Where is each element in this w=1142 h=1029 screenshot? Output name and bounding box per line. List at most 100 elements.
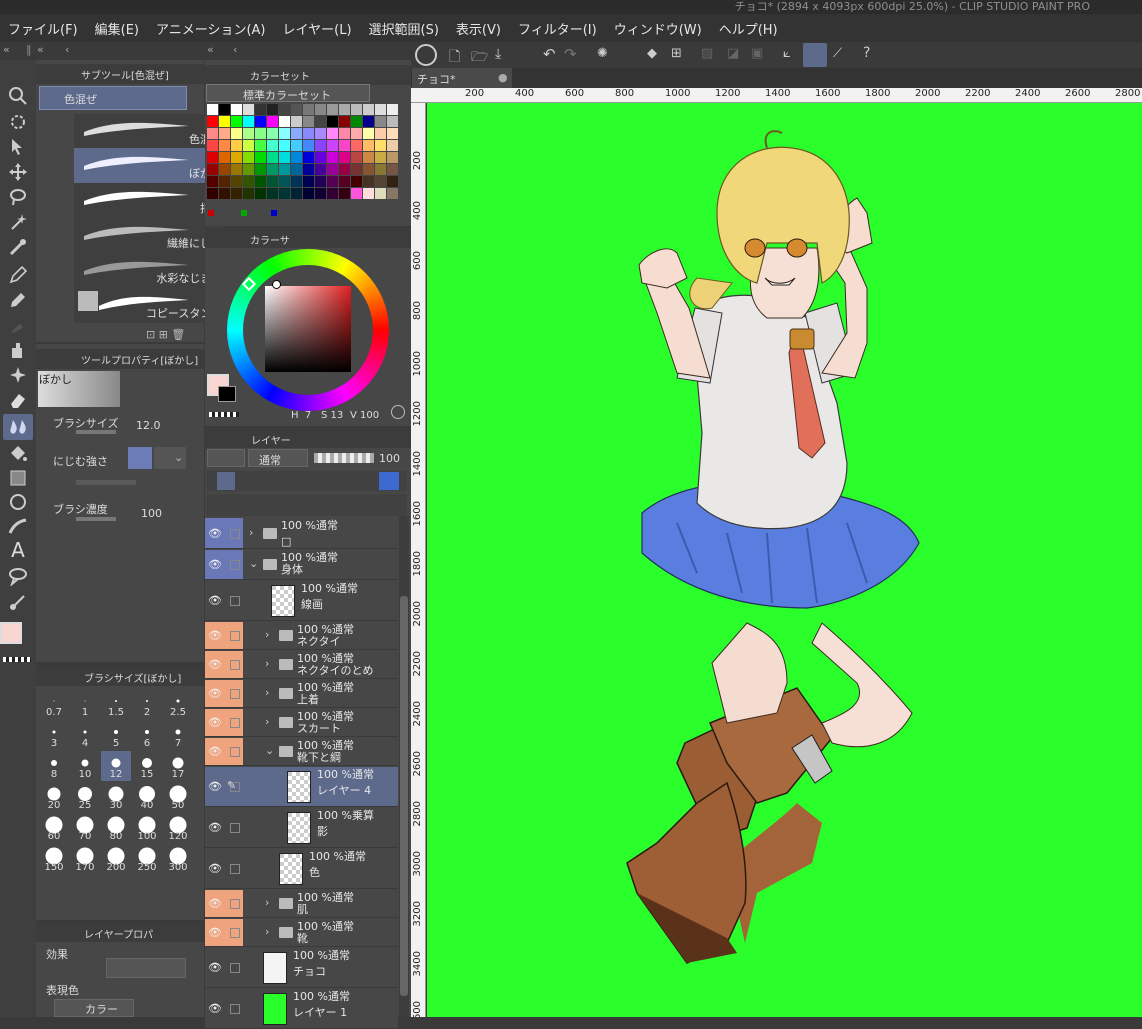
menu-selection[interactable]: 選択範囲(S) [369, 19, 439, 38]
palette-swatch[interactable] [315, 140, 326, 151]
move-icon[interactable] [8, 162, 28, 182]
palette-swatch[interactable] [219, 116, 230, 127]
palette-swatch[interactable] [387, 164, 398, 175]
layer-lock-box[interactable] [230, 660, 240, 670]
collapse-icon[interactable]: « [37, 43, 44, 56]
palette-swatch[interactable] [243, 128, 254, 139]
eraser-icon[interactable] [8, 390, 28, 410]
palette-swatch[interactable] [303, 188, 314, 199]
eye-icon[interactable]: 👁 [208, 821, 222, 834]
palette-swatch[interactable] [279, 104, 290, 115]
transparent-color-icon[interactable] [3, 657, 31, 662]
color-mode-icon[interactable] [391, 405, 405, 419]
palette-swatch[interactable] [315, 104, 326, 115]
rotate-icon[interactable] [8, 112, 28, 132]
pen-icon[interactable] [8, 265, 28, 285]
palette-swatch[interactable] [375, 104, 386, 115]
chevron-right-icon[interactable]: › [265, 686, 269, 699]
palette-swatch[interactable] [363, 176, 374, 187]
palette-swatch[interactable] [375, 188, 386, 199]
palette-swatch[interactable] [207, 164, 218, 175]
palette-swatch[interactable] [219, 152, 230, 163]
brush-size-cell-5[interactable]: 5 [101, 720, 131, 750]
layer-row[interactable]: 👁 100 %乗算影 [205, 808, 398, 848]
palette-swatch[interactable] [303, 176, 314, 187]
palette-swatch[interactable] [387, 152, 398, 163]
collapse-left-icon[interactable]: « [3, 43, 10, 56]
brush-item-fiber[interactable]: 繊維にじみ [74, 218, 225, 253]
chevron-right-icon[interactable]: › [249, 526, 253, 539]
figure-icon[interactable] [8, 492, 28, 512]
palette-swatch[interactable] [207, 176, 218, 187]
eyedropper-icon[interactable] [8, 237, 28, 257]
palette-swatch[interactable] [387, 176, 398, 187]
layer-row[interactable]: 👁 ⌄ 100 %通常 靴下と綱 [205, 738, 398, 766]
palette-swatch[interactable] [231, 128, 242, 139]
brush-size-cell-40[interactable]: 40 [132, 782, 162, 812]
palette-swatch[interactable] [255, 104, 266, 115]
chevron-right-icon[interactable]: › [265, 628, 269, 641]
palette-swatch[interactable] [303, 140, 314, 151]
brush-size-cell-60[interactable]: 60 [39, 813, 69, 843]
chevron-left-icon[interactable]: ‹ [65, 43, 69, 56]
brush-item-watercolor[interactable]: 水彩なじませ [74, 253, 225, 288]
palette-swatch[interactable] [279, 116, 290, 127]
brush-size-cell-2[interactable]: 2 [132, 689, 162, 719]
palette-swatch[interactable] [339, 152, 350, 163]
palette-swatch[interactable] [255, 140, 266, 151]
palette-swatch[interactable] [327, 176, 338, 187]
palette-swatch[interactable] [231, 104, 242, 115]
palette-swatch[interactable] [351, 164, 362, 175]
palette-swatch[interactable] [279, 128, 290, 139]
palette-swatch[interactable] [279, 140, 290, 151]
palette-swatch[interactable] [267, 152, 278, 163]
zoom-icon[interactable] [8, 86, 28, 106]
layer-row[interactable]: 👁 › 100 %通常 ネクタイのとめ [205, 651, 398, 679]
color-picker-cursor[interactable] [272, 280, 281, 289]
palette-swatch[interactable] [267, 164, 278, 175]
airbrush-icon[interactable] [8, 340, 28, 360]
brush-size-cell-1[interactable]: 1 [70, 689, 100, 719]
brush-size-cell-1.5[interactable]: 1.5 [101, 689, 131, 719]
palette-swatch[interactable] [243, 116, 254, 127]
layer-lock-box[interactable] [230, 560, 240, 570]
layer-row[interactable]: 👁 100 %通常色 [205, 849, 398, 889]
fill-command-icon[interactable]: ◆ [647, 46, 657, 61]
eye-icon[interactable]: 👁 [208, 527, 222, 540]
palette-swatch[interactable] [303, 116, 314, 127]
correction-icon[interactable] [8, 592, 28, 612]
fill-icon[interactable] [8, 444, 28, 464]
palette-swatch[interactable] [363, 188, 374, 199]
palette-swatch[interactable] [339, 116, 350, 127]
palette-swatch[interactable] [279, 176, 290, 187]
palette-swatch[interactable] [387, 188, 398, 199]
palette-swatch[interactable] [219, 164, 230, 175]
eye-icon[interactable]: 👁 [208, 926, 222, 939]
chevron-down-icon[interactable]: ⌄ [265, 744, 274, 757]
eye-icon[interactable]: 👁 [208, 629, 222, 642]
palette-swatch[interactable] [291, 152, 302, 163]
layer-row[interactable]: 👁 › 100 %通常肌 [205, 890, 398, 918]
palette-swatch[interactable] [375, 152, 386, 163]
brush-size-cell-200[interactable]: 200 [101, 844, 131, 874]
palette-swatch[interactable] [219, 176, 230, 187]
layer-scrollbar[interactable] [399, 516, 409, 1017]
palette-swatch[interactable] [315, 164, 326, 175]
palette-swatch[interactable] [375, 116, 386, 127]
blur-mode-dropdown[interactable]: ⌄ [154, 447, 186, 469]
palette-swatch[interactable] [231, 140, 242, 151]
brush-size-cell-0.7[interactable]: 0.7 [39, 689, 69, 719]
object-icon[interactable] [8, 136, 28, 156]
palette-swatch[interactable] [243, 140, 254, 151]
palette-swatch[interactable] [243, 152, 254, 163]
blur-mode-button[interactable] [128, 447, 152, 469]
palette-swatch[interactable] [327, 152, 338, 163]
menu-window[interactable]: ウィンドウ(W) [614, 19, 702, 38]
layer-lock-box[interactable] [230, 718, 240, 728]
color-set-dropdown[interactable]: 標準カラーセット [206, 84, 370, 102]
canvas-area[interactable] [427, 103, 1142, 1017]
tab-close-icon[interactable]: ● [498, 71, 508, 84]
layer-scrollbar-thumb[interactable] [400, 596, 408, 996]
palette-swatch[interactable] [315, 116, 326, 127]
transform-icon[interactable]: ⊞ [671, 46, 682, 61]
